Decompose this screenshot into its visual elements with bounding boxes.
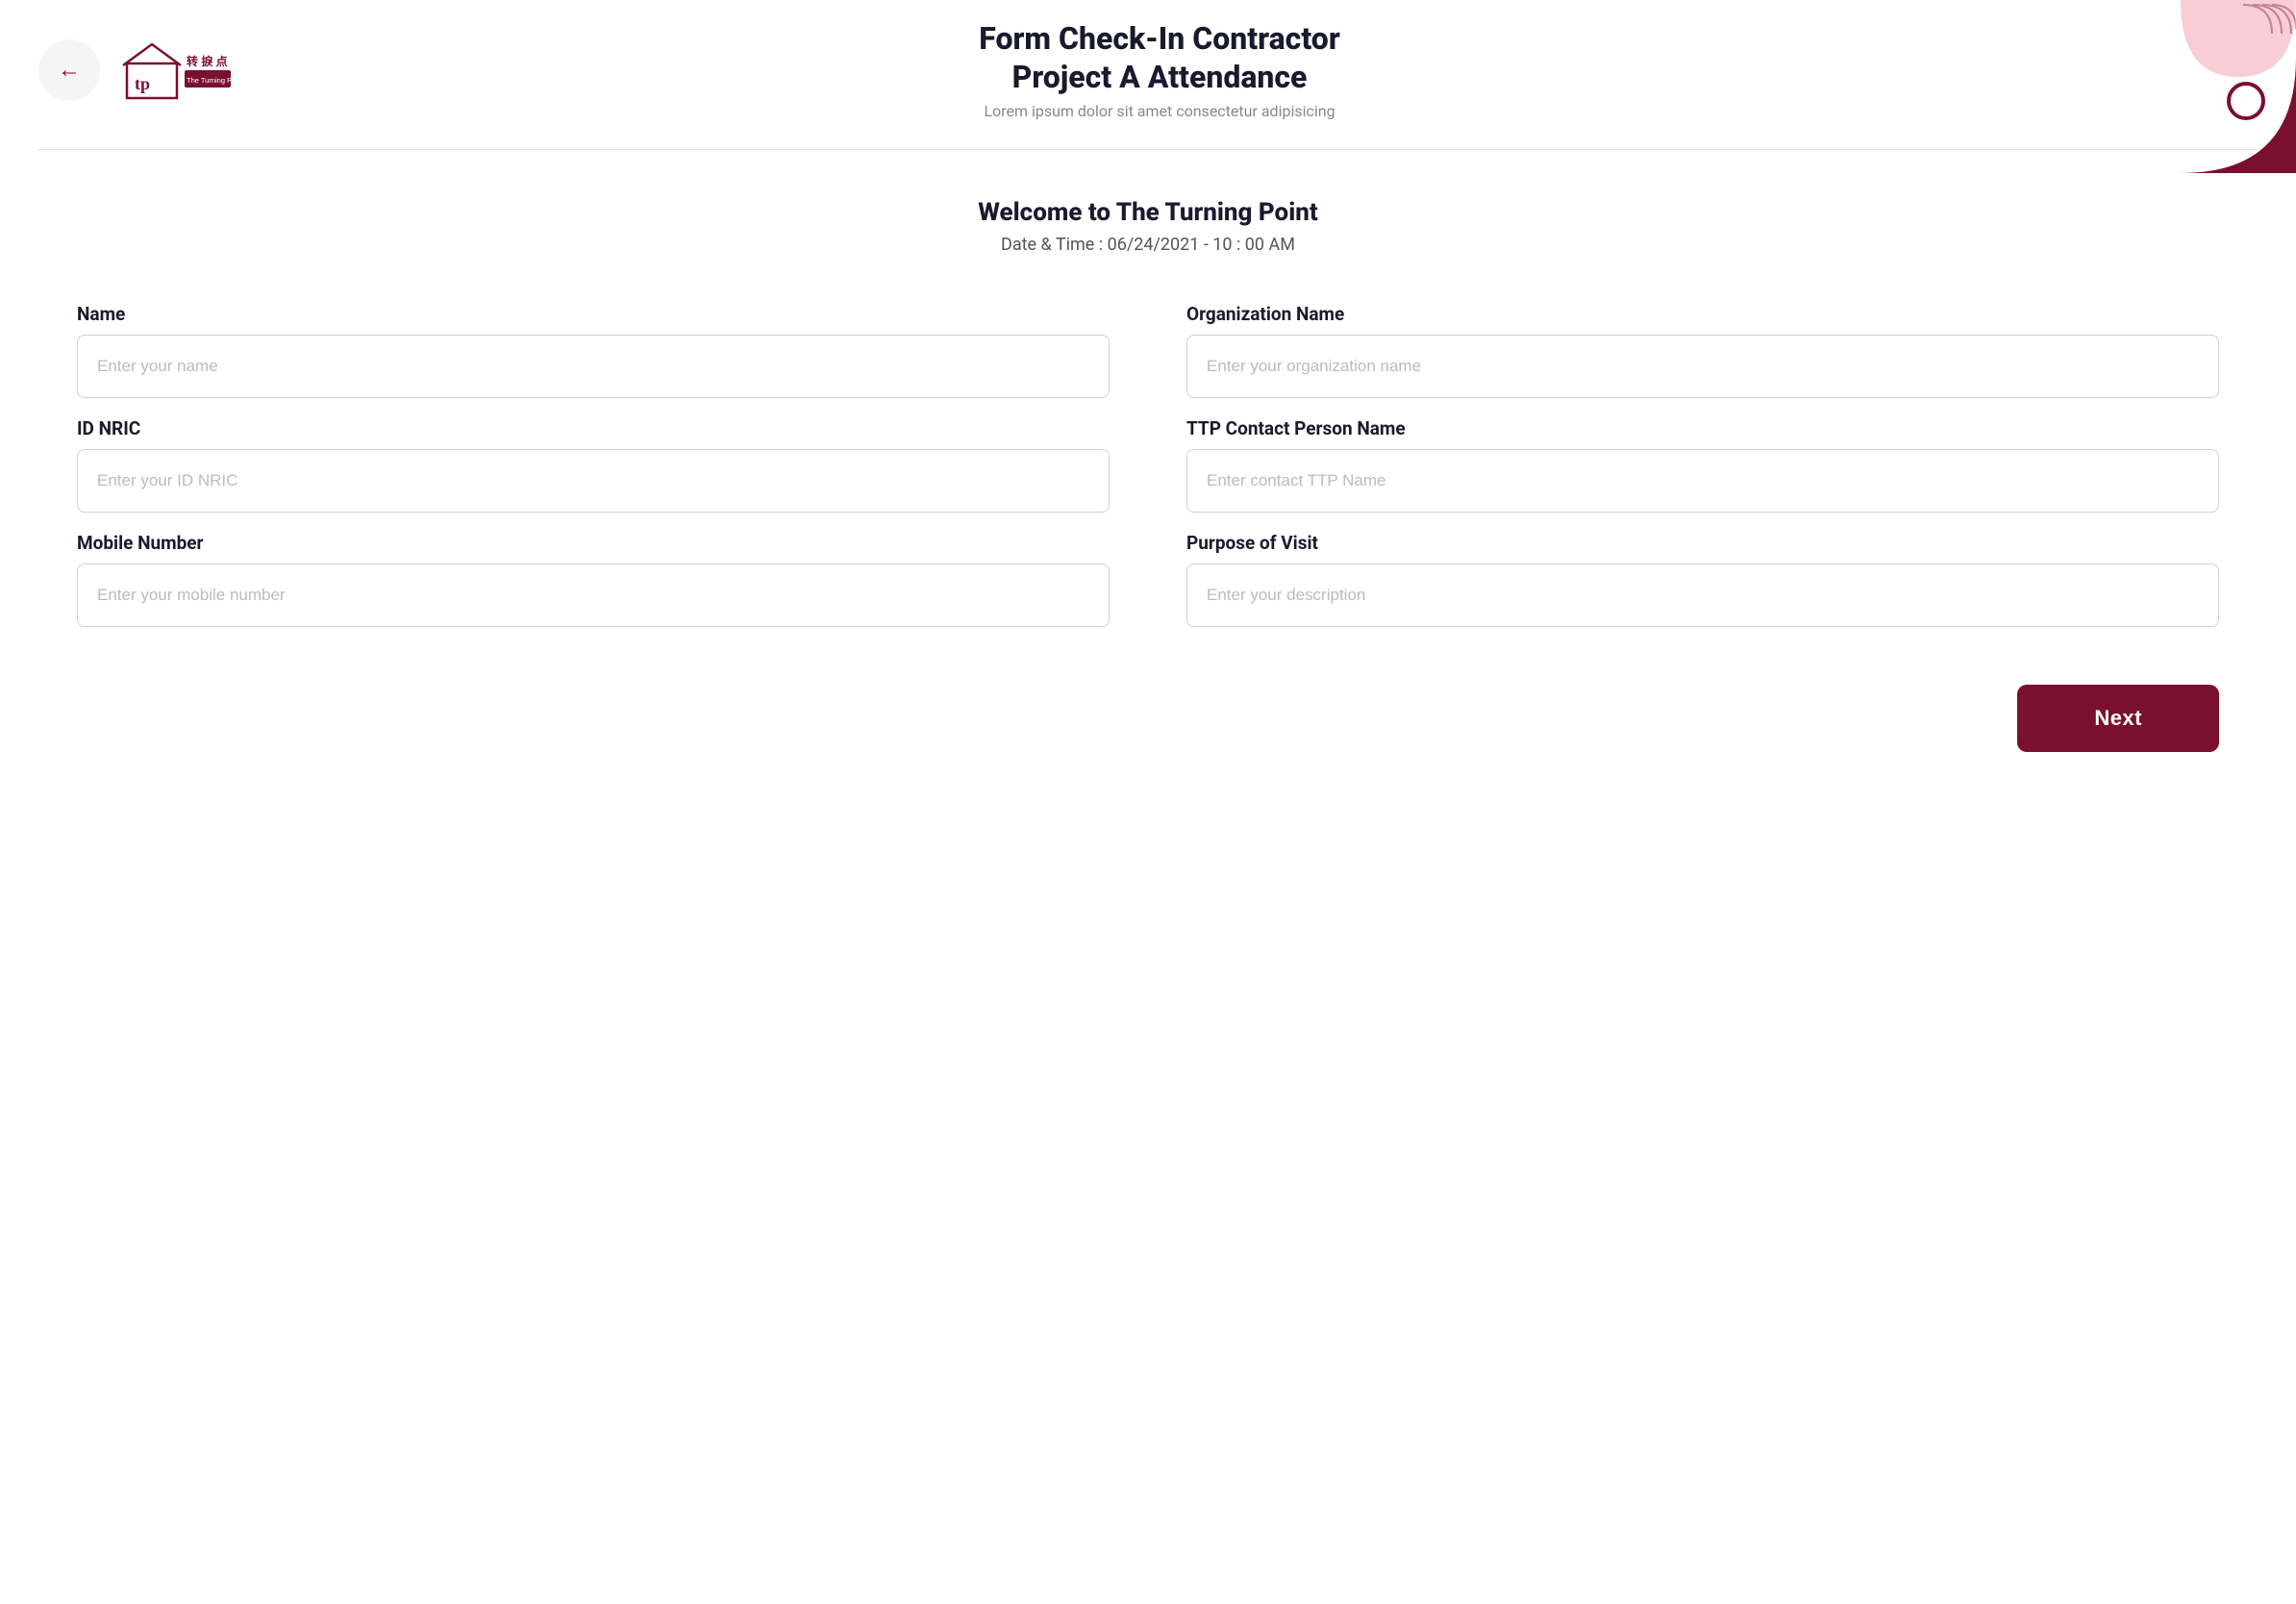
page-subtitle: Lorem ipsum dolor sit amet consectetur a… xyxy=(235,102,2084,120)
form-grid: Name Organization Name ID NRIC TTP Conta… xyxy=(77,303,2219,627)
ttp-input[interactable] xyxy=(1186,449,2219,513)
name-group: Name xyxy=(77,303,1110,398)
name-label: Name xyxy=(77,303,1110,325)
welcome-title: Welcome to The Turning Point xyxy=(19,198,2277,227)
datetime-value: 06/24/2021 - 10 : 00 AM xyxy=(1108,235,1295,255)
org-input[interactable] xyxy=(1186,335,2219,398)
logo-area: tp 转 捩 点 The Turning Point xyxy=(119,37,235,104)
datetime-label: Date & Time : xyxy=(1001,235,1103,255)
svg-text:The Turning Point: The Turning Point xyxy=(187,76,235,85)
purpose-group: Purpose of Visit xyxy=(1186,532,2219,627)
mobile-label: Mobile Number xyxy=(77,532,1110,554)
welcome-section: Welcome to The Turning Point Date & Time… xyxy=(0,160,2296,284)
id-group: ID NRIC xyxy=(77,417,1110,513)
id-input[interactable] xyxy=(77,449,1110,513)
org-group: Organization Name xyxy=(1186,303,2219,398)
svg-text:转 捩 点: 转 捩 点 xyxy=(187,54,228,68)
next-button[interactable]: Next xyxy=(2017,685,2219,752)
page-title: Form Check-In Contractor Project A Atten… xyxy=(235,19,2084,96)
purpose-input[interactable] xyxy=(1186,564,2219,627)
id-label: ID NRIC xyxy=(77,417,1110,439)
header: ← tp 转 捩 点 The Turning Point Form Check-… xyxy=(0,0,2296,139)
logo-icon: tp 转 捩 点 The Turning Point xyxy=(119,37,235,104)
mobile-input[interactable] xyxy=(77,564,1110,627)
welcome-datetime: Date & Time : 06/24/2021 - 10 : 00 AM xyxy=(19,235,2277,255)
back-button[interactable]: ← xyxy=(38,39,100,101)
form-section: Name Organization Name ID NRIC TTP Conta… xyxy=(0,284,2296,665)
header-center: Form Check-In Contractor Project A Atten… xyxy=(235,19,2258,120)
org-label: Organization Name xyxy=(1186,303,2219,325)
name-input[interactable] xyxy=(77,335,1110,398)
header-divider xyxy=(38,149,2258,150)
svg-text:tp: tp xyxy=(135,74,150,93)
ttp-group: TTP Contact Person Name xyxy=(1186,417,2219,513)
button-area: Next xyxy=(0,665,2296,790)
ttp-label: TTP Contact Person Name xyxy=(1186,417,2219,439)
mobile-group: Mobile Number xyxy=(77,532,1110,627)
back-arrow-icon: ← xyxy=(58,56,81,84)
purpose-label: Purpose of Visit xyxy=(1186,532,2219,554)
